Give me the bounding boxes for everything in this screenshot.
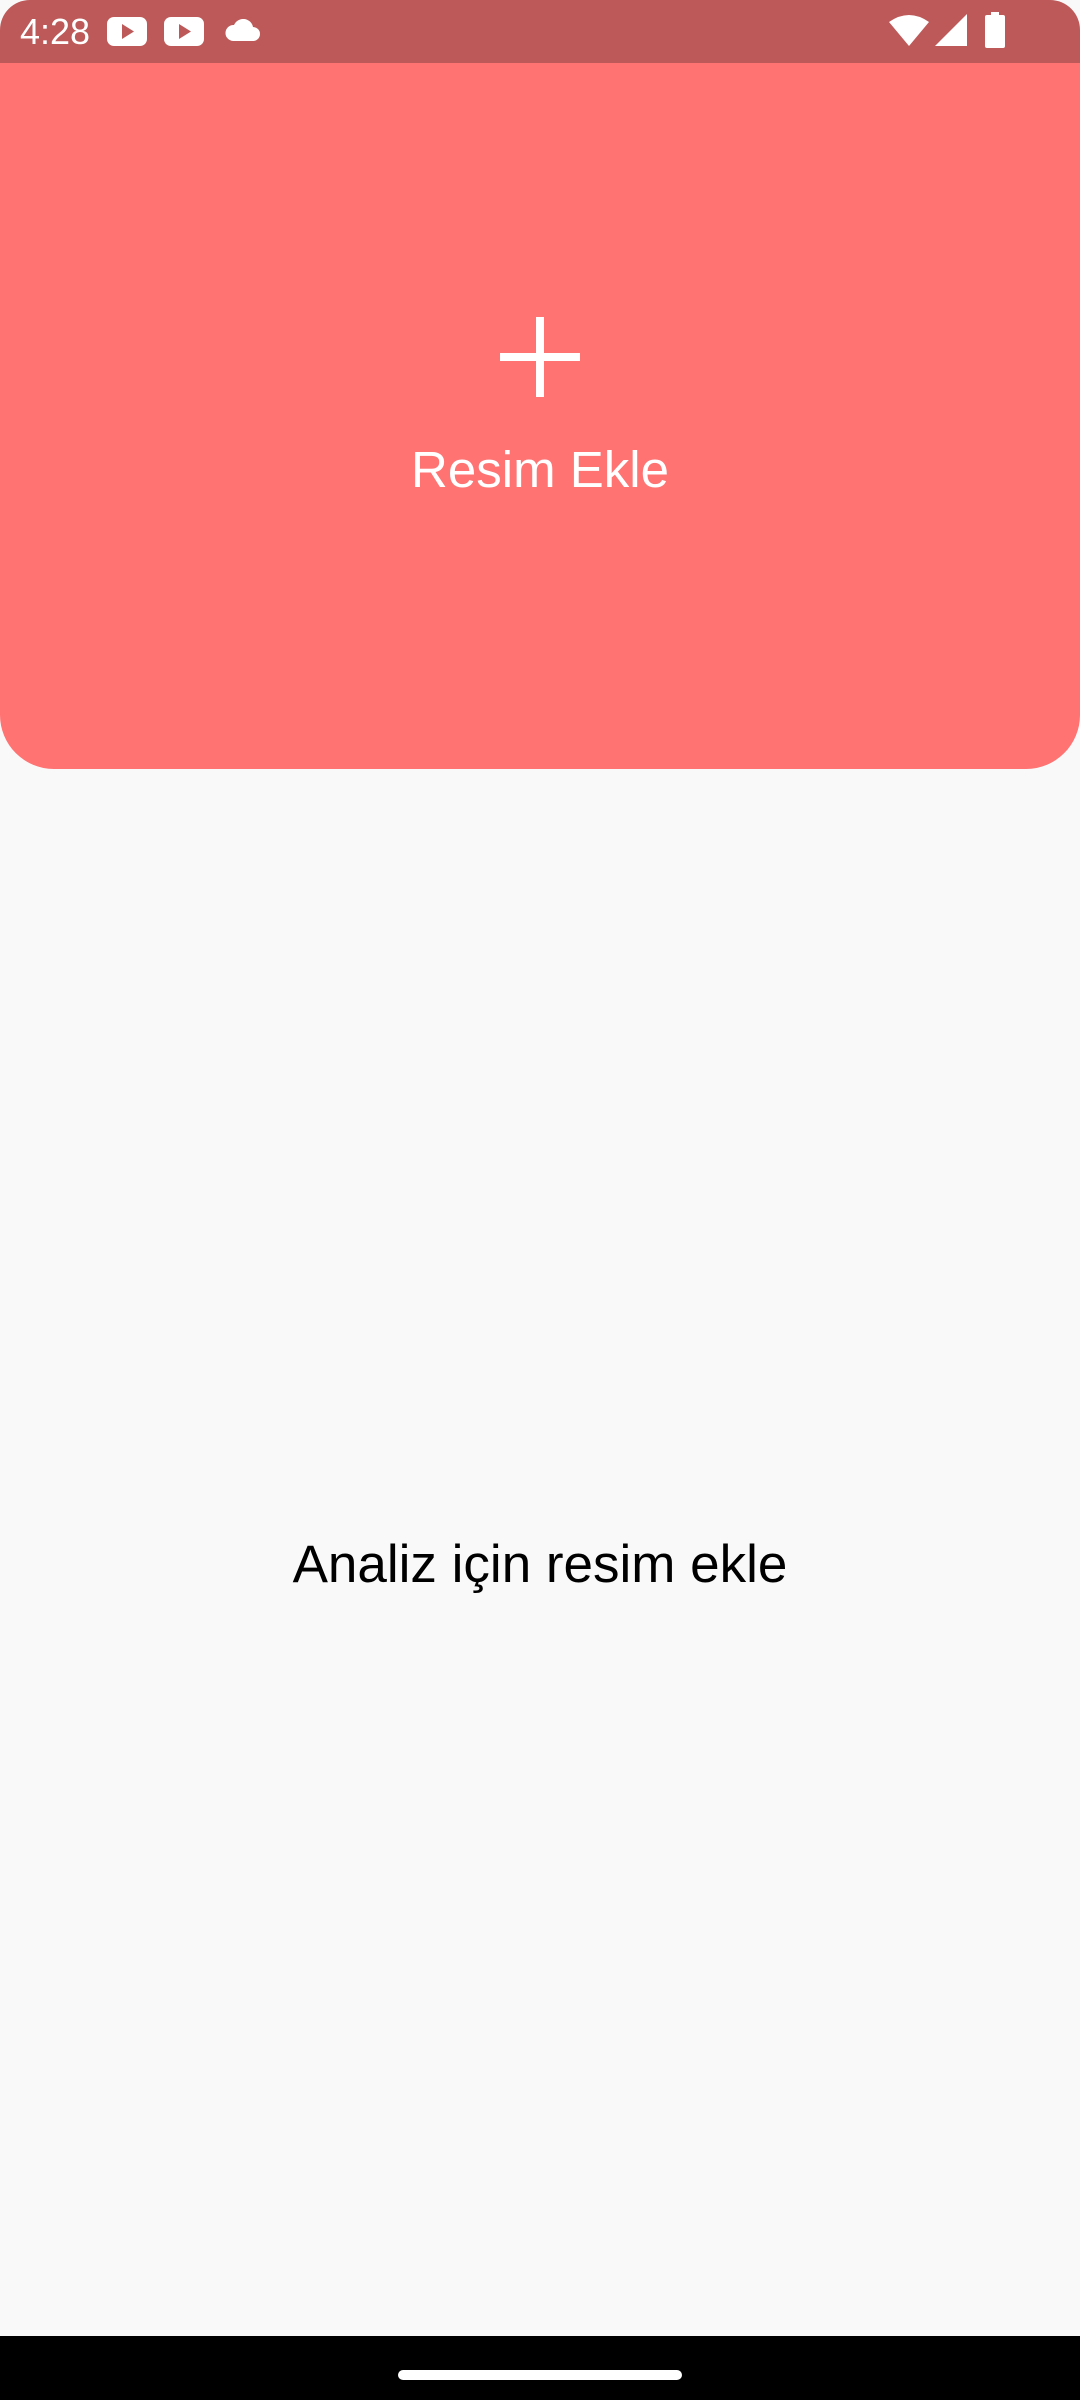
status-bar: 4:28 bbox=[0, 0, 1080, 63]
youtube-icon bbox=[164, 17, 204, 46]
youtube-icon bbox=[107, 17, 147, 46]
add-image-label: Resim Ekle bbox=[411, 441, 669, 498]
plus-icon bbox=[500, 317, 580, 397]
app-screen: 4:28 Resim Ekle Analiz için resim ekle bbox=[0, 0, 1080, 2400]
battery-icon bbox=[985, 12, 1005, 48]
empty-state-text: Analiz için resim ekle bbox=[292, 1535, 788, 1594]
cloud-icon bbox=[225, 19, 260, 41]
cellular-signal-icon bbox=[935, 14, 967, 46]
add-image-button[interactable]: Resim Ekle bbox=[0, 63, 1080, 769]
status-time: 4:28 bbox=[20, 11, 91, 52]
wifi-icon bbox=[889, 15, 929, 46]
navigation-bar bbox=[0, 2336, 1080, 2400]
home-indicator[interactable] bbox=[398, 2370, 682, 2380]
